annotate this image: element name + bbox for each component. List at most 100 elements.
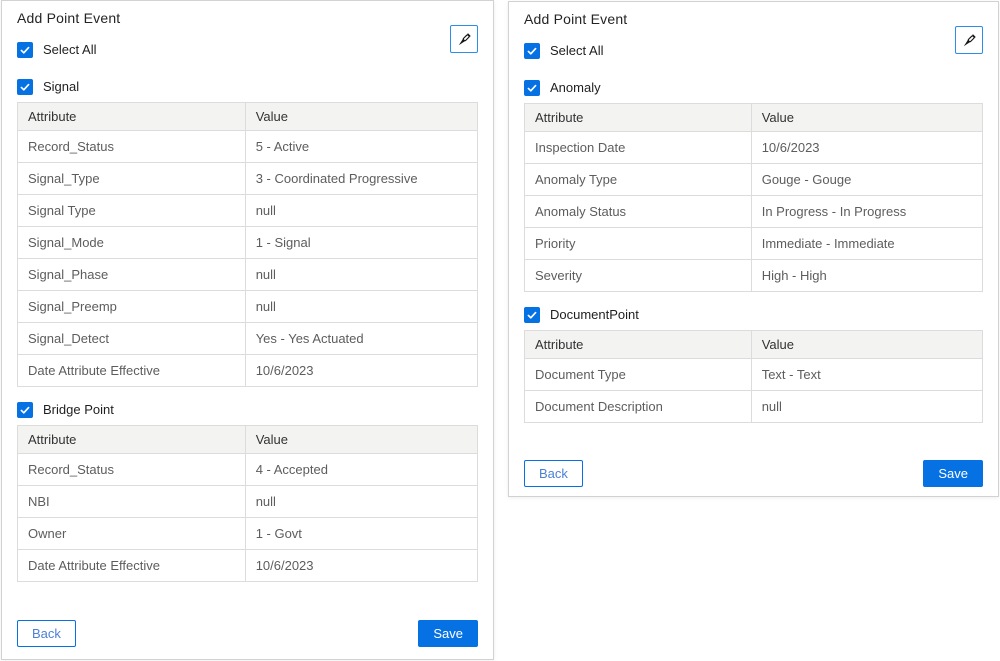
table-row: Document Description null bbox=[525, 391, 983, 423]
attribute-cell: Anomaly Status bbox=[525, 196, 752, 228]
value-cell: Immediate - Immediate bbox=[751, 228, 982, 260]
value-cell: In Progress - In Progress bbox=[751, 196, 982, 228]
attribute-cell: Date Attribute Effective bbox=[18, 355, 246, 387]
section-anomaly: Anomaly Attribute Value Inspection Date … bbox=[524, 59, 983, 292]
table-row: Signal_Detect Yes - Yes Actuated bbox=[18, 323, 478, 355]
select-all-label: Select All bbox=[43, 42, 96, 58]
attribute-column-header: Attribute bbox=[18, 426, 246, 454]
table-row: Record_Status 4 - Accepted bbox=[18, 454, 478, 486]
attribute-cell: Document Type bbox=[525, 359, 752, 391]
value-cell: null bbox=[245, 486, 477, 518]
table-row: Inspection Date 10/6/2023 bbox=[525, 132, 983, 164]
table-row: Record_Status 5 - Active bbox=[18, 131, 478, 163]
table-row: Owner 1 - Govt bbox=[18, 518, 478, 550]
eyedropper-icon bbox=[456, 31, 473, 48]
table-row: Signal_Type 3 - Coordinated Progressive bbox=[18, 163, 478, 195]
table-header-row: Attribute Value bbox=[525, 104, 983, 132]
section-bridge-point: Bridge Point Attribute Value Record_Stat… bbox=[17, 387, 478, 582]
value-cell: 10/6/2023 bbox=[245, 355, 477, 387]
table-row: Signal_Mode 1 - Signal bbox=[18, 227, 478, 259]
signal-checkbox[interactable] bbox=[17, 79, 33, 95]
document-point-label: DocumentPoint bbox=[550, 307, 639, 323]
attribute-cell: Inspection Date bbox=[525, 132, 752, 164]
panel-title: Add Point Event bbox=[17, 10, 478, 26]
check-icon bbox=[526, 309, 538, 321]
anomaly-checkbox[interactable] bbox=[524, 80, 540, 96]
panel-header: Add Point Event Select All bbox=[17, 1, 478, 58]
value-column-header: Value bbox=[245, 426, 477, 454]
panel-header: Add Point Event Select All bbox=[524, 2, 983, 59]
table-header-row: Attribute Value bbox=[18, 103, 478, 131]
select-all-row[interactable]: Select All bbox=[524, 43, 983, 59]
panel-footer: Back Save bbox=[524, 460, 983, 496]
attribute-cell: Signal_Mode bbox=[18, 227, 246, 259]
checkbox-row-signal[interactable]: Signal bbox=[17, 79, 478, 95]
value-column-header: Value bbox=[751, 331, 982, 359]
eyedropper-button[interactable] bbox=[955, 26, 983, 54]
document-point-checkbox[interactable] bbox=[524, 307, 540, 323]
value-cell: 10/6/2023 bbox=[751, 132, 982, 164]
signal-attribute-table: Attribute Value Record_Status 5 - Active… bbox=[17, 102, 478, 387]
bridge-point-attribute-table: Attribute Value Record_Status 4 - Accept… bbox=[17, 425, 478, 582]
value-cell: 1 - Govt bbox=[245, 518, 477, 550]
value-cell: 5 - Active bbox=[245, 131, 477, 163]
eyedropper-icon bbox=[961, 32, 978, 49]
save-button[interactable]: Save bbox=[923, 460, 983, 487]
select-all-checkbox[interactable] bbox=[524, 43, 540, 59]
bridge-point-checkbox[interactable] bbox=[17, 402, 33, 418]
value-cell: Gouge - Gouge bbox=[751, 164, 982, 196]
table-row: Date Attribute Effective 10/6/2023 bbox=[18, 355, 478, 387]
table-row: Anomaly Status In Progress - In Progress bbox=[525, 196, 983, 228]
check-icon bbox=[526, 82, 538, 94]
checkbox-row-anomaly[interactable]: Anomaly bbox=[524, 80, 983, 96]
anomaly-attribute-table: Attribute Value Inspection Date 10/6/202… bbox=[524, 103, 983, 292]
value-cell: null bbox=[245, 195, 477, 227]
add-point-event-panel-left: Add Point Event Select All bbox=[1, 0, 494, 660]
check-icon bbox=[19, 81, 31, 93]
select-all-checkbox[interactable] bbox=[17, 42, 33, 58]
attribute-cell: Record_Status bbox=[18, 131, 246, 163]
save-button[interactable]: Save bbox=[418, 620, 478, 647]
attribute-cell: Priority bbox=[525, 228, 752, 260]
attribute-column-header: Attribute bbox=[18, 103, 246, 131]
attribute-cell: Severity bbox=[525, 260, 752, 292]
table-row: Priority Immediate - Immediate bbox=[525, 228, 983, 260]
signal-label: Signal bbox=[43, 79, 79, 95]
check-icon bbox=[19, 44, 31, 56]
document-point-attribute-table: Attribute Value Document Type Text - Tex… bbox=[524, 330, 983, 423]
value-cell: Text - Text bbox=[751, 359, 982, 391]
table-header-row: Attribute Value bbox=[18, 426, 478, 454]
select-all-row[interactable]: Select All bbox=[17, 42, 478, 58]
attribute-cell: NBI bbox=[18, 486, 246, 518]
checkbox-row-bridge-point[interactable]: Bridge Point bbox=[17, 402, 478, 418]
check-icon bbox=[19, 404, 31, 416]
attribute-cell: Signal Type bbox=[18, 195, 246, 227]
value-cell: High - High bbox=[751, 260, 982, 292]
section-signal: Signal Attribute Value Record_Status 5 -… bbox=[17, 58, 478, 387]
back-button[interactable]: Back bbox=[524, 460, 583, 487]
value-column-header: Value bbox=[245, 103, 477, 131]
value-cell: null bbox=[245, 291, 477, 323]
back-button[interactable]: Back bbox=[17, 620, 76, 647]
eyedropper-button[interactable] bbox=[450, 25, 478, 53]
bridge-point-label: Bridge Point bbox=[43, 402, 114, 418]
attribute-column-header: Attribute bbox=[525, 331, 752, 359]
table-row: Signal_Preemp null bbox=[18, 291, 478, 323]
value-cell: 4 - Accepted bbox=[245, 454, 477, 486]
section-document-point: DocumentPoint Attribute Value Document T… bbox=[524, 292, 983, 423]
attribute-cell: Signal_Phase bbox=[18, 259, 246, 291]
table-row: Signal Type null bbox=[18, 195, 478, 227]
attribute-cell: Anomaly Type bbox=[525, 164, 752, 196]
anomaly-label: Anomaly bbox=[550, 80, 601, 96]
add-point-event-panel-right: Add Point Event Select All bbox=[508, 1, 999, 497]
attribute-cell: Signal_Preemp bbox=[18, 291, 246, 323]
value-cell: Yes - Yes Actuated bbox=[245, 323, 477, 355]
select-all-label: Select All bbox=[550, 43, 603, 59]
attribute-cell: Record_Status bbox=[18, 454, 246, 486]
value-cell: 3 - Coordinated Progressive bbox=[245, 163, 477, 195]
panel-footer: Back Save bbox=[17, 620, 478, 659]
checkbox-row-document-point[interactable]: DocumentPoint bbox=[524, 307, 983, 323]
table-row: NBI null bbox=[18, 486, 478, 518]
table-row: Date Attribute Effective 10/6/2023 bbox=[18, 550, 478, 582]
panel-title: Add Point Event bbox=[524, 11, 983, 27]
